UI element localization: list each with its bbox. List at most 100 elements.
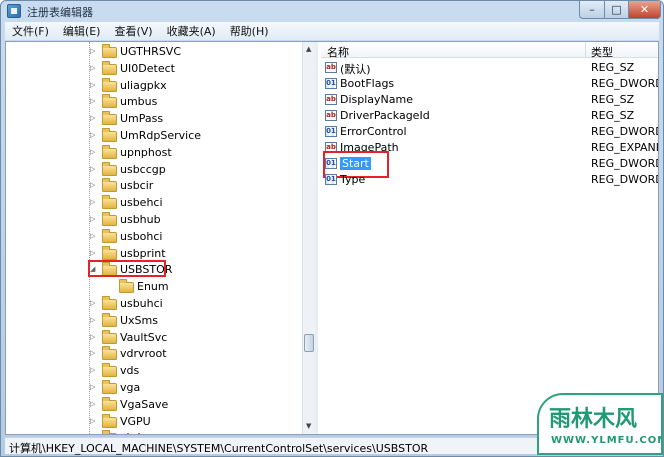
status-path: 计算机\HKEY_LOCAL_MACHINE\SYSTEM\CurrentCon… xyxy=(9,442,429,455)
scroll-up-arrow-icon[interactable]: ▲ xyxy=(306,45,311,53)
expand-arrow-icon[interactable]: ▷ xyxy=(90,64,97,72)
expand-arrow-icon[interactable]: ▷ xyxy=(90,216,97,223)
expand-arrow-icon[interactable]: ▷ xyxy=(90,115,97,122)
expand-arrow-icon[interactable]: ▷ xyxy=(90,384,97,391)
expand-arrow-icon[interactable]: ▷ xyxy=(90,98,97,105)
tree-item[interactable]: ▷vhdmp xyxy=(6,429,306,434)
expand-arrow-icon[interactable]: ▷ xyxy=(90,182,97,189)
binary-value-icon: 01 xyxy=(325,174,337,185)
expand-arrow-icon[interactable]: ▷ xyxy=(90,48,97,55)
tree-item-label: UI0Detect xyxy=(120,61,175,75)
scroll-down-arrow-icon[interactable]: ▼ xyxy=(306,422,311,430)
folder-icon xyxy=(102,228,117,243)
menu-help[interactable]: 帮助(H) xyxy=(223,23,276,39)
close-button[interactable]: ✕ xyxy=(628,1,661,19)
tree-item[interactable]: ▷ usbehci xyxy=(6,194,306,211)
tree-item[interactable]: ▷ UI0Detect xyxy=(6,60,306,77)
binary-value-icon: 01 xyxy=(325,126,337,137)
folder-icon xyxy=(102,245,117,260)
column-type-header[interactable]: 类型 xyxy=(591,44,613,60)
tree-item[interactable]: ▷ uliagpkx xyxy=(6,77,306,94)
menu-view[interactable]: 查看(V) xyxy=(107,23,159,39)
tree-item[interactable]: ▷ UGTHRSVC xyxy=(6,43,306,60)
expand-arrow-icon[interactable]: ▷ xyxy=(90,300,97,307)
tree-item[interactable]: ▷ usbcir xyxy=(6,177,306,194)
key-tree-pane[interactable]: ▲ ▼ ▷ UGTHRSVC ▷ UI0Detect ▷ uliagpkx ▷ umbus ▷ U… xyxy=(6,42,318,434)
tree-item[interactable]: ▷ upnphost xyxy=(6,144,306,161)
folder-icon xyxy=(102,380,117,394)
list-header: 名称 类型 xyxy=(321,42,658,60)
window-title: 注册表编辑器 xyxy=(27,6,93,19)
tree-item[interactable]: Enum xyxy=(6,278,306,295)
tree-item-label: usbprint xyxy=(120,246,166,260)
value-row[interactable]: ab DriverPackageId REG_SZ xyxy=(321,108,658,124)
value-row[interactable]: 01 Type REG_DWORD xyxy=(321,172,658,188)
expand-arrow-icon[interactable]: ▷ xyxy=(90,367,97,374)
tree-item[interactable]: ▷ usbohci xyxy=(6,228,306,245)
value-row[interactable]: 01 ErrorControl REG_DWORD xyxy=(321,124,658,140)
tree-item[interactable]: ▷ usbccgp xyxy=(6,161,306,178)
tree-item-label: UmRdpService xyxy=(120,129,202,142)
folder-icon xyxy=(102,44,117,58)
site-watermark-logo: 雨林木风 WWW.YLMFU.COM xyxy=(537,393,663,455)
expand-arrow-icon[interactable]: ▷ xyxy=(90,249,97,257)
tree-item[interactable]: ▷ VaultSvc xyxy=(6,329,306,346)
tree-item[interactable]: ▷ usbuhci xyxy=(6,295,306,312)
column-separator[interactable] xyxy=(585,42,586,58)
tree-item-label: usbuhci xyxy=(120,297,163,310)
tree-item[interactable]: ▷ usbprint xyxy=(6,245,306,262)
menu-favorites[interactable]: 收藏夹(A) xyxy=(160,23,223,39)
expand-arrow-icon[interactable]: ▷ xyxy=(90,148,97,156)
expand-arrow-icon[interactable]: ▷ xyxy=(90,199,97,206)
value-type: REG_DWORD xyxy=(591,173,658,186)
folder-icon xyxy=(119,279,134,294)
value-type: REG_SZ xyxy=(591,109,635,122)
tree-item-label: upnphost xyxy=(120,145,172,159)
value-name: ErrorControl xyxy=(340,125,407,138)
column-name-header[interactable]: 名称 xyxy=(327,44,349,60)
tree-item[interactable]: ▷ UmRdpService xyxy=(6,127,306,144)
tree-item[interactable]: ▷ VGPU xyxy=(6,413,306,430)
expand-arrow-icon[interactable]: ▷ xyxy=(90,165,97,173)
tree-item[interactable]: ▷ vdrvroot xyxy=(6,345,306,362)
tree-item[interactable]: ▷ usbhub xyxy=(6,211,306,228)
folder-icon xyxy=(102,161,117,176)
expand-arrow-icon[interactable]: ▷ xyxy=(90,350,97,357)
value-name: DriverPackageId xyxy=(340,109,430,122)
expand-arrow-icon[interactable]: ▷ xyxy=(90,417,97,425)
expand-arrow-icon[interactable]: ▷ xyxy=(90,81,97,89)
folder-icon xyxy=(102,60,117,75)
tree-item-label: UmPass xyxy=(120,112,164,126)
values-list-pane[interactable]: 名称 类型 ab (默认) REG_SZ 01 BootFlags REG_DWORD ab… xyxy=(321,42,658,434)
tree-item[interactable]: ▷ umbus xyxy=(6,93,306,110)
tree-item[interactable]: ▷ vds xyxy=(6,362,306,379)
highlight-box-usbstor xyxy=(88,260,166,278)
tree-item[interactable]: ▷ VgaSave xyxy=(6,396,306,413)
value-row[interactable]: ab DisplayName REG_SZ xyxy=(321,92,658,108)
tree-item-label: usbhub xyxy=(120,213,161,226)
tree-item[interactable]: ▷ UxSms xyxy=(6,312,306,329)
tree-item-label: usbehci xyxy=(120,196,163,210)
value-row[interactable]: ab (默认) REG_SZ xyxy=(321,60,658,76)
watermark-main-text: 雨林木风 xyxy=(549,407,638,432)
value-type: REG_SZ xyxy=(591,93,635,106)
expand-arrow-icon[interactable]: ▷ xyxy=(90,132,97,139)
expand-arrow-icon[interactable]: ▷ xyxy=(90,232,97,240)
expand-arrow-icon[interactable]: ▷ xyxy=(90,316,97,324)
folder-icon xyxy=(102,396,117,411)
folder-icon xyxy=(102,296,117,310)
maximize-button[interactable]: □ xyxy=(604,1,629,19)
tree-item-label: VgaSave xyxy=(120,397,169,411)
value-row[interactable]: 01 BootFlags REG_DWORD xyxy=(321,76,658,92)
title-bar[interactable]: 注册表编辑器 xyxy=(1,1,663,21)
menu-file[interactable]: 文件(F) xyxy=(5,23,56,39)
value-type: REG_SZ xyxy=(591,61,635,74)
expand-arrow-icon[interactable]: ▷ xyxy=(90,400,97,408)
registry-editor-icon xyxy=(7,4,21,18)
tree-item[interactable]: ▷ vga xyxy=(6,379,306,396)
minimize-button[interactable]: – xyxy=(579,1,605,19)
menu-edit[interactable]: 编辑(E) xyxy=(56,23,108,39)
tree-item[interactable]: ▷ UmPass xyxy=(6,110,306,127)
tree-item-label: usbohci xyxy=(120,229,163,243)
expand-arrow-icon[interactable]: ▷ xyxy=(90,333,97,341)
